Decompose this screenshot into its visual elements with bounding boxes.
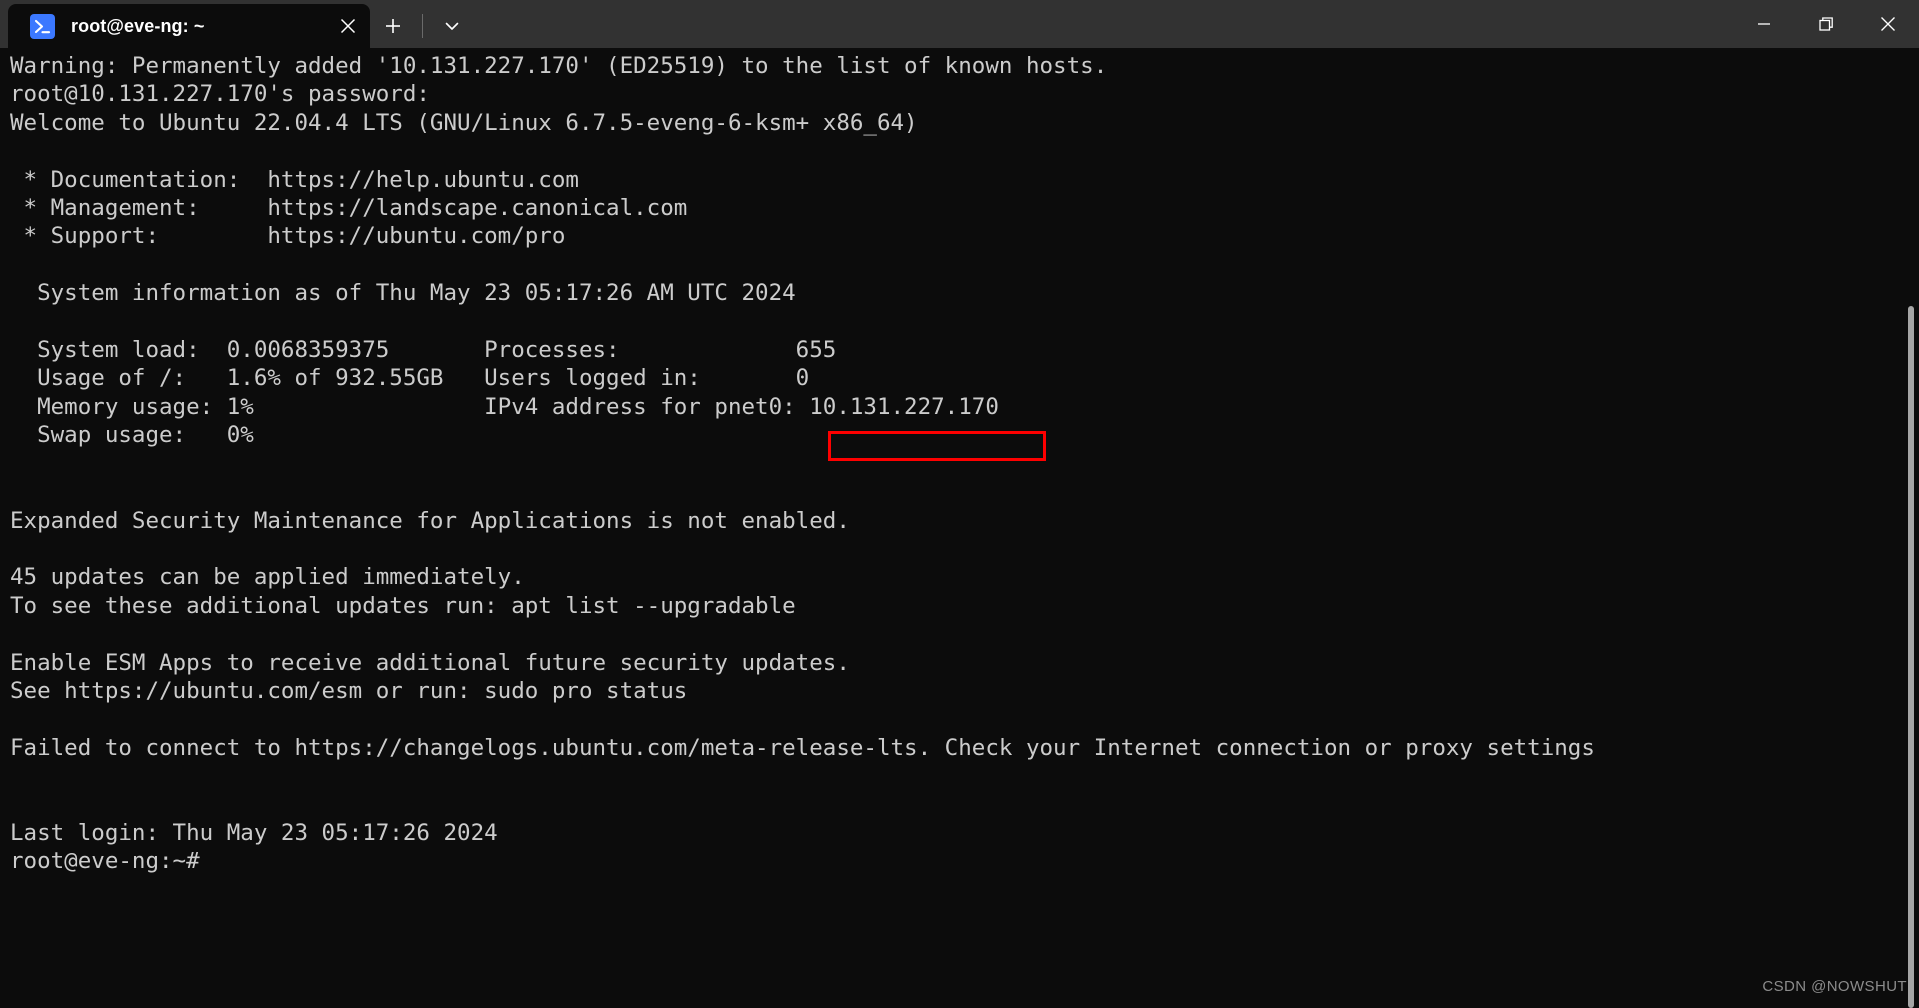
title-bar-drag-region — [475, 4, 1733, 48]
restore-icon[interactable] — [1795, 0, 1857, 48]
chevron-down-icon[interactable] — [429, 4, 475, 48]
ipv4-address-highlight-box — [828, 431, 1046, 461]
powershell-prompt-icon — [30, 13, 55, 39]
window-title-bar: root@eve-ng: ~ — [0, 0, 1919, 48]
tab-strip: root@eve-ng: ~ — [0, 0, 475, 48]
window-controls — [1733, 0, 1919, 48]
terminal-scrollbar[interactable] — [1903, 48, 1919, 1008]
tab-bar-actions — [370, 4, 475, 48]
tab-bar-divider — [422, 14, 423, 38]
watermark-label: CSDN @NOWSHUT — [1762, 978, 1907, 995]
new-tab-icon[interactable] — [370, 4, 416, 48]
terminal-output-area[interactable]: Warning: Permanently added '10.131.227.1… — [0, 48, 1919, 1008]
scrollbar-thumb[interactable] — [1908, 306, 1914, 1008]
terminal-text: Warning: Permanently added '10.131.227.1… — [10, 53, 1595, 875]
tab-title-label: root@eve-ng: ~ — [71, 15, 205, 36]
terminal-tab[interactable]: root@eve-ng: ~ — [8, 4, 370, 48]
close-tab-icon[interactable] — [326, 4, 370, 48]
close-window-icon[interactable] — [1857, 0, 1919, 48]
minimize-icon[interactable] — [1733, 0, 1795, 48]
